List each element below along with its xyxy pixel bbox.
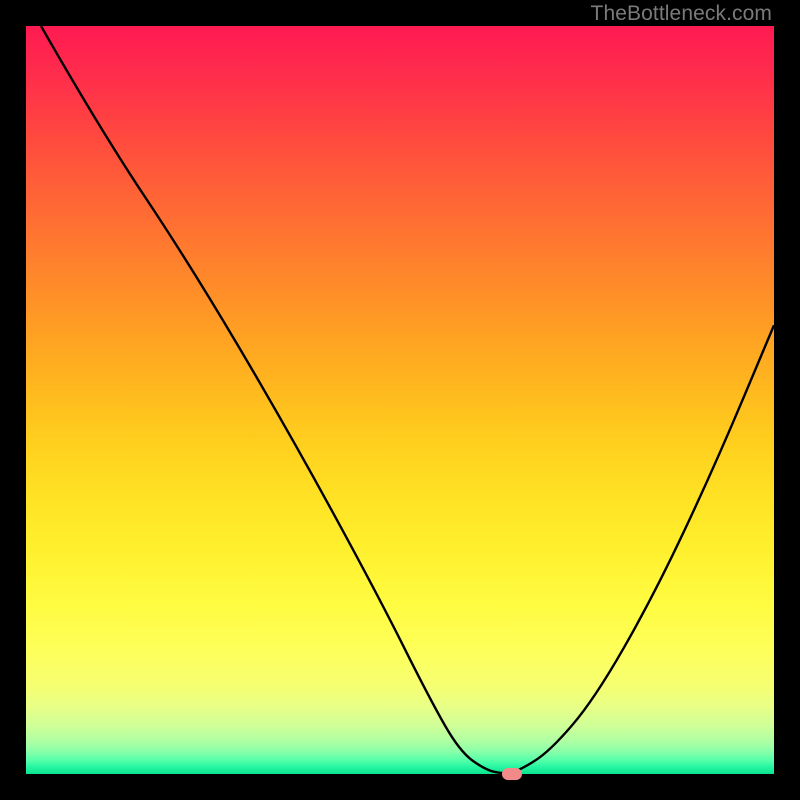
curve-svg	[26, 26, 774, 774]
optimal-marker	[502, 768, 522, 780]
bottleneck-curve-path	[41, 26, 774, 773]
plot-area	[26, 26, 774, 774]
watermark-text: TheBottleneck.com	[591, 2, 772, 26]
chart-frame: TheBottleneck.com	[0, 0, 800, 800]
